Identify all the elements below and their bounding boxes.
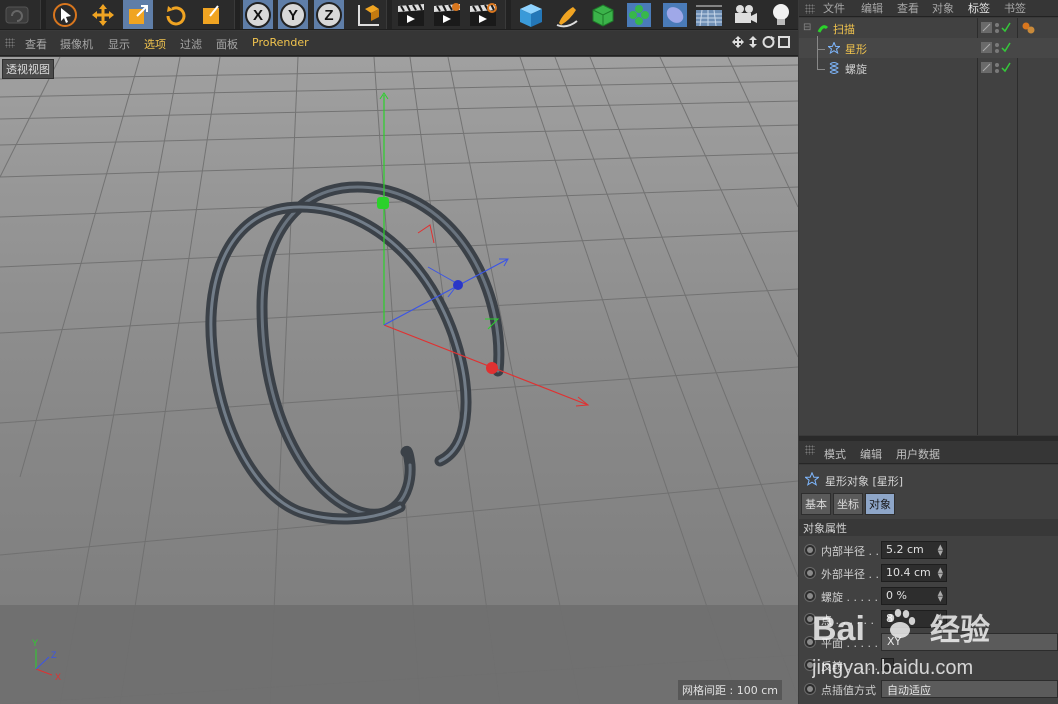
helix-icon: [829, 62, 839, 74]
menu-edit[interactable]: 编辑: [861, 0, 883, 16]
menu-object[interactable]: 对象: [932, 0, 954, 16]
menu-file[interactable]: 文件: [823, 0, 845, 16]
object-name[interactable]: 星形: [845, 41, 867, 57]
axis-x-label: X: [55, 672, 61, 682]
menu-prorender[interactable]: ProRender: [252, 36, 309, 49]
menu-view[interactable]: 查看: [897, 0, 919, 16]
object-name[interactable]: 螺旋: [845, 61, 867, 77]
subdivision-icon[interactable]: [588, 0, 618, 29]
render-view-icon[interactable]: [396, 0, 426, 29]
zoom-icon[interactable]: [747, 35, 759, 49]
object-list: ⊟ 扫描 星形 螺旋: [799, 18, 1058, 435]
move-tool-icon[interactable]: [88, 0, 118, 29]
baidu-watermark: Bai 经验 jingyan.baidu.com: [811, 588, 1058, 684]
drag-handle-icon[interactable]: [5, 38, 15, 48]
y-axis-lock-button[interactable]: Y: [278, 0, 308, 29]
svg-text:经验: 经验: [930, 613, 990, 648]
tab-basic[interactable]: 基本: [801, 493, 831, 515]
render-settings-icon[interactable]: [468, 0, 498, 29]
attribute-manager-menubar: 模式 编辑 用户数据: [799, 441, 1058, 464]
prop-inner-radius: 内部半径 . . 5.2 cm ▲ ▼: [799, 539, 1058, 562]
sweep-icon: [817, 25, 829, 33]
viewport-label[interactable]: 透视视图: [2, 59, 54, 79]
animate-radio[interactable]: [804, 567, 816, 579]
menu-edit[interactable]: 编辑: [860, 446, 882, 462]
menu-options[interactable]: 选项: [144, 36, 166, 52]
floor-icon[interactable]: [694, 0, 724, 29]
svg-text:Z: Z: [324, 7, 333, 24]
object-row-helix[interactable]: 螺旋: [799, 50, 1058, 78]
menu-tags[interactable]: 标签: [968, 0, 990, 16]
tab-object[interactable]: 对象: [865, 493, 895, 515]
orbit-icon[interactable]: [762, 35, 775, 49]
rotate-tool-icon[interactable]: [160, 0, 190, 29]
perspective-viewport[interactable]: Y Z X 透视视图 网格间距 : 100 cm: [0, 57, 798, 704]
visibility-toggles[interactable]: [981, 42, 1017, 55]
pen-tool-icon[interactable]: [552, 0, 582, 29]
viewport-menubar: 查看 摄像机 显示 选项 过滤 面板 ProRender: [0, 31, 798, 56]
svg-text:Bai: Bai: [812, 610, 865, 648]
inner-radius-field[interactable]: 5.2 cm ▲ ▼: [881, 541, 947, 559]
axis-z-label: Z: [51, 650, 57, 660]
menu-mode[interactable]: 模式: [824, 446, 846, 462]
z-axis-lock-button[interactable]: Z: [314, 0, 344, 29]
viewport-scene: Y Z X: [0, 57, 798, 704]
object-row-sweep[interactable]: ⊟ 扫描: [799, 18, 1058, 38]
cube-icon[interactable]: [516, 0, 546, 29]
coordinate-system-icon[interactable]: [352, 0, 382, 29]
maximize-view-icon[interactable]: [778, 35, 790, 49]
menu-panel[interactable]: 面板: [216, 36, 238, 52]
outer-radius-field[interactable]: 10.4 cm ▲ ▼: [881, 564, 947, 582]
visibility-toggles[interactable]: [981, 22, 1017, 35]
svg-text:X: X: [253, 7, 263, 24]
svg-text:Y: Y: [288, 7, 298, 24]
object-manager-menubar: 文件 编辑 查看 对象 标签 书签: [799, 0, 1058, 17]
undo-icon[interactable]: [2, 0, 32, 29]
drag-handle-icon[interactable]: [805, 4, 815, 14]
menu-filter[interactable]: 过滤: [180, 36, 202, 52]
cloner-icon[interactable]: [624, 0, 654, 29]
render-picture-viewer-icon[interactable]: [432, 0, 462, 29]
attribute-tabs: 基本 坐标 对象: [801, 493, 895, 515]
object-row-star[interactable]: 星形: [799, 36, 1058, 58]
scale-tool-icon[interactable]: [123, 0, 153, 29]
visibility-toggles[interactable]: [981, 62, 1017, 75]
axis-y-label: Y: [32, 638, 38, 648]
drag-handle-icon[interactable]: [805, 445, 815, 455]
select-tool-icon[interactable]: [50, 0, 80, 29]
main-toolbar: X Y Z: [0, 0, 798, 30]
object-name[interactable]: 扫描: [833, 21, 855, 37]
material-tag-icon[interactable]: [1021, 22, 1037, 34]
deformer-icon[interactable]: [660, 0, 690, 29]
pan-icon[interactable]: [732, 35, 744, 49]
x-axis-lock-button[interactable]: X: [243, 0, 273, 29]
star-icon: [828, 42, 840, 54]
grid-spacing-status: 网格间距 : 100 cm: [678, 680, 782, 700]
section-header: 对象属性: [799, 519, 1058, 536]
animate-radio[interactable]: [804, 544, 816, 556]
menu-bookmarks[interactable]: 书签: [1004, 0, 1026, 16]
prop-outer-radius: 外部半径 . . 10.4 cm ▲ ▼: [799, 562, 1058, 585]
menu-user-data[interactable]: 用户数据: [896, 446, 940, 462]
menu-view[interactable]: 查看: [25, 36, 47, 52]
recent-tool-icon[interactable]: [196, 0, 226, 29]
viewport-nav-controls: [732, 35, 790, 49]
animate-radio[interactable]: [804, 683, 816, 695]
light-icon[interactable]: [766, 0, 796, 29]
star-icon: [805, 472, 819, 486]
baidu-logo: Bai 经验 jingyan.baidu.com: [811, 609, 990, 679]
camera-icon[interactable]: [730, 0, 760, 29]
tab-coordinates[interactable]: 坐标: [833, 493, 863, 515]
attribute-title: 星形对象 [星形]: [825, 475, 904, 488]
svg-text:jingyan.baidu.com: jingyan.baidu.com: [812, 657, 973, 679]
menu-display[interactable]: 显示: [108, 36, 130, 52]
collapse-toggle-icon[interactable]: ⊟: [803, 22, 811, 33]
menu-camera[interactable]: 摄像机: [60, 36, 93, 52]
